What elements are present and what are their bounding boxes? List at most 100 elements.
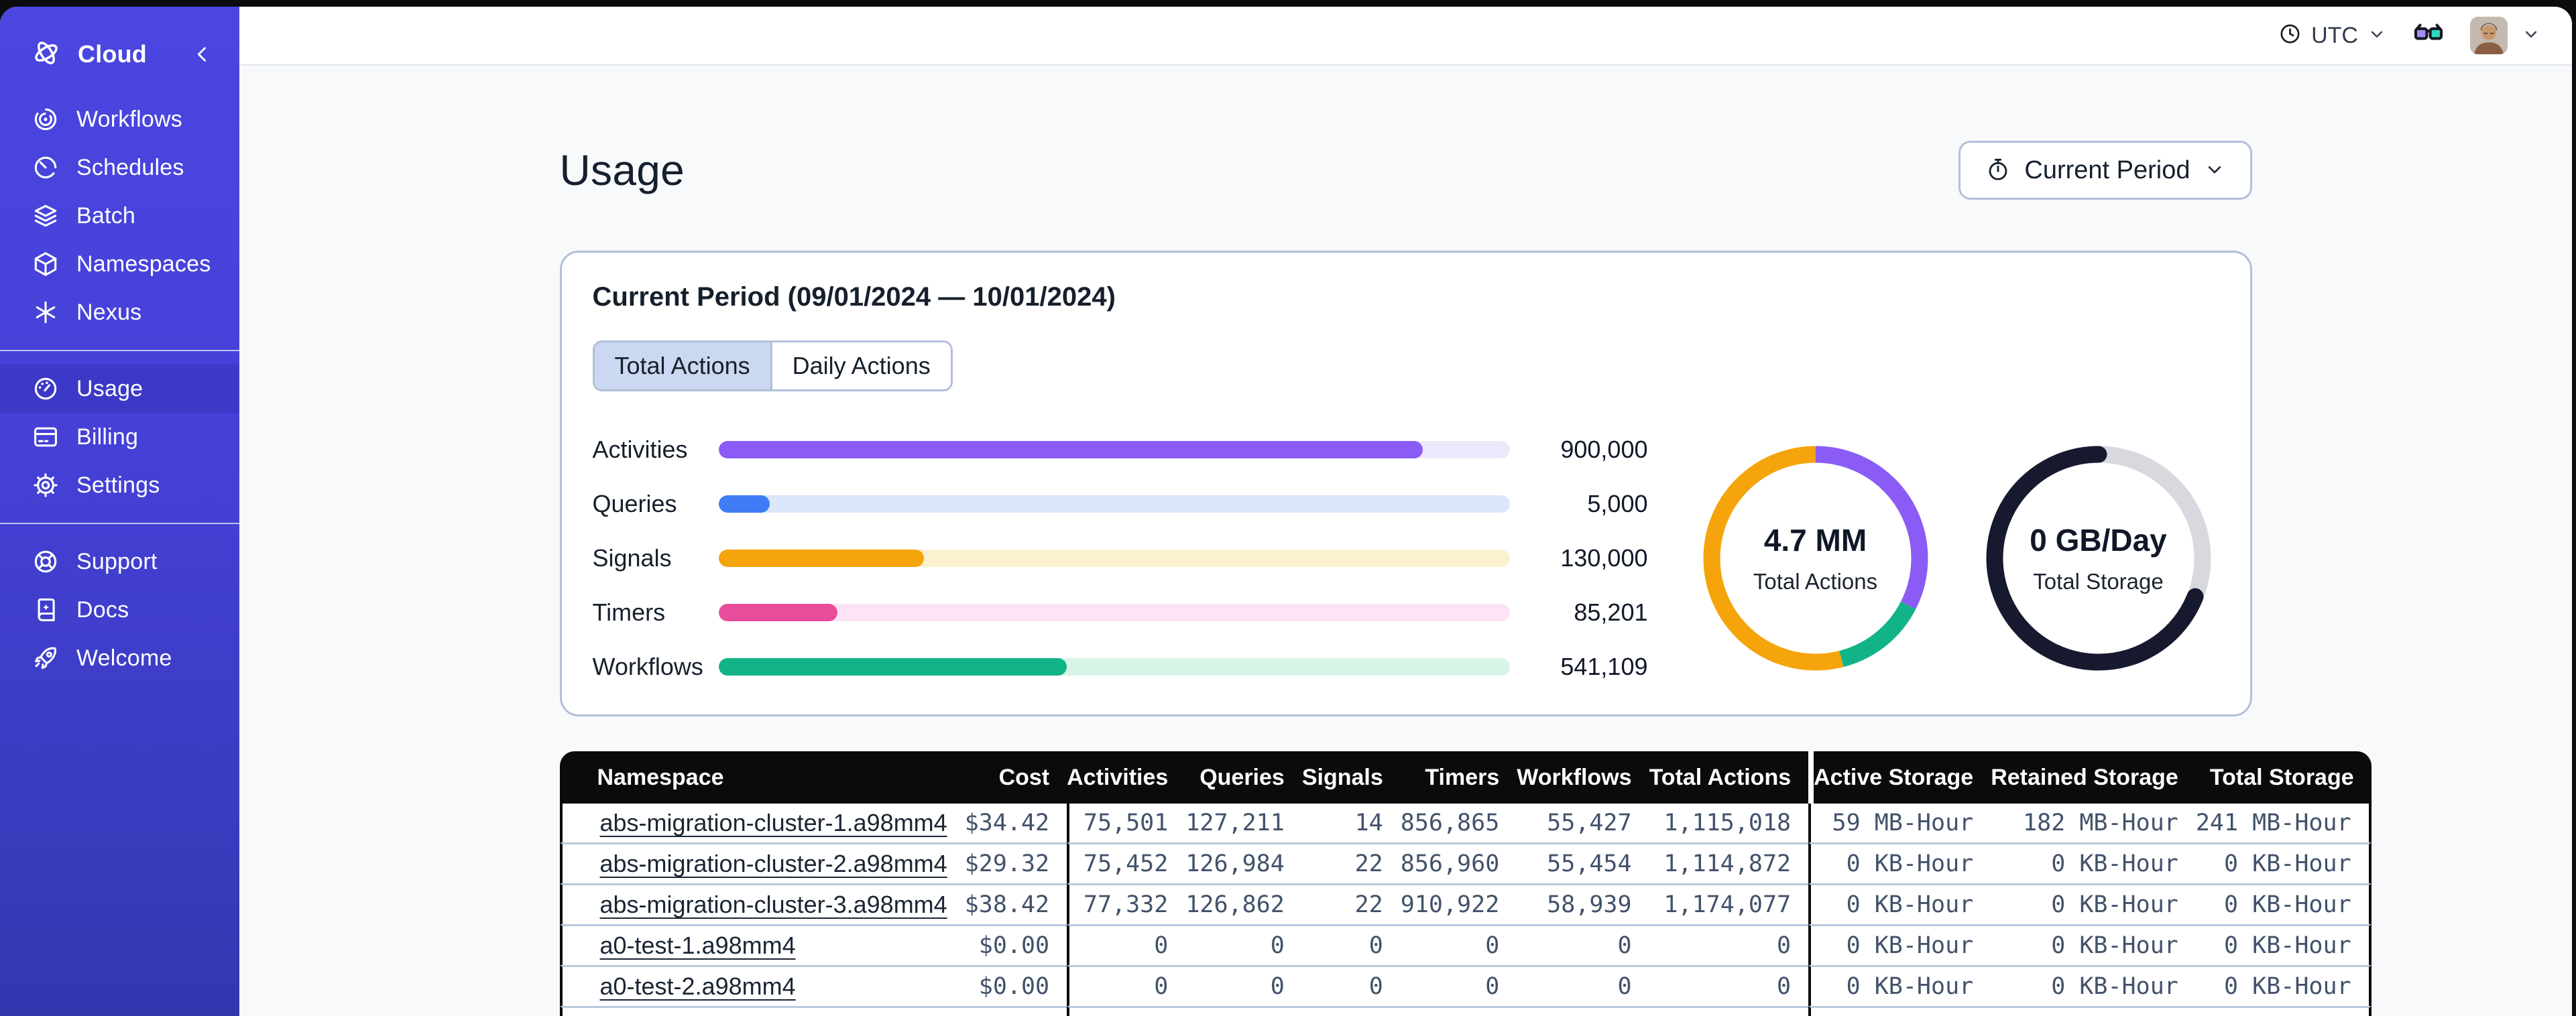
stopwatch-icon (1985, 156, 2011, 185)
workflows-icon (31, 105, 60, 134)
table-cell: 0 (1185, 924, 1302, 965)
period-selector-button[interactable]: Current Period (1958, 141, 2252, 200)
table-cell: 0 KB-Hour (1991, 965, 2196, 1006)
table-cell: 14 (1301, 804, 1401, 842)
namespace-link[interactable]: a0-test-1.a98mm4 (600, 932, 796, 959)
bar-row-signals: Signals 130,000 (593, 544, 1648, 572)
product-name: Cloud (78, 40, 147, 68)
sidebar-item-namespaces[interactable]: Namespaces (0, 240, 239, 288)
sidebar-item-label: Support (76, 548, 158, 574)
bar-row-activities: Activities 900,000 (593, 436, 1648, 464)
sidebar-item-label: Workflows (76, 106, 182, 132)
usage-table: Namespace Cost Activities Queries Signals Tim… (559, 751, 2372, 1016)
col-header-workflows: Workflows (1517, 751, 1649, 804)
page-content: Usage Current Period Current Period (09/… (239, 66, 2572, 1016)
avatar (2470, 17, 2508, 54)
bar-fill (718, 495, 770, 513)
usage-charts: Activities 900,000 Queries 5,000 Signals 130,… (593, 436, 2219, 681)
table-cell: 0 KB-Hour (2195, 842, 2372, 883)
table-cell: 1 (1517, 1006, 1649, 1016)
bar-label: Signals (592, 544, 672, 572)
table-cell: $0.00 (964, 924, 1067, 965)
bar-fill (718, 604, 837, 621)
sidebar-item-label: Namespaces (76, 251, 211, 277)
table-cell: 910,922 (1400, 883, 1517, 924)
col-header-cost: Cost (964, 751, 1067, 804)
namespace-link[interactable]: abs-migration-cluster-3.a98mm4 (600, 891, 947, 918)
table-cell: 59 MB-Hour (1808, 804, 1991, 842)
table-cell: 0 (1185, 1006, 1302, 1016)
chevron-down-icon (2521, 24, 2541, 48)
sidebar-item-label: Settings (76, 472, 160, 498)
table-cell: 241 MB-Hour (2195, 804, 2372, 842)
tab-total-actions[interactable]: Total Actions (594, 342, 770, 389)
sidebar-divider (0, 523, 239, 524)
sidebar-item-schedules[interactable]: Schedules (0, 143, 239, 192)
nexus-icon (31, 298, 60, 327)
timezone-selector[interactable]: UTC (2278, 21, 2387, 50)
sidebar-item-label: Batch (76, 202, 135, 229)
sidebar-item-workflows[interactable]: Workflows (0, 95, 239, 143)
col-header-total-actions: Total Actions (1649, 751, 1809, 804)
docs-icon (31, 595, 60, 625)
namespace-link[interactable]: abs-migration-cluster-2.a98mm4 (600, 850, 947, 877)
bar-track (718, 604, 1510, 621)
table-cell: 1,114,872 (1649, 842, 1809, 883)
namespace-link[interactable]: a0-test-2.a98mm4 (600, 972, 796, 1000)
account-menu-button[interactable] (2470, 17, 2541, 54)
settings-icon (31, 470, 60, 500)
bar-track (718, 658, 1510, 676)
col-header-signals: Signals (1301, 751, 1401, 804)
donut-value: 4.7 MM (1763, 523, 1867, 558)
usage-card: Current Period (09/01/2024 — 10/01/2024)… (559, 251, 2252, 716)
donut-total-actions: 4.7 MM Total Actions (1695, 438, 1936, 679)
usage-icon (31, 374, 60, 403)
table-cell: 182 MB-Hour (1991, 804, 2196, 842)
sidebar-item-label: Docs (76, 596, 129, 623)
topbar: UTC (239, 7, 2572, 66)
sidebar-collapse-button[interactable] (191, 43, 214, 66)
sidebar-nav: Workflows Schedules Batch Namespaces Nexus Us… (0, 95, 239, 682)
bar-fill (718, 658, 1067, 676)
bar-value: 541,109 (1560, 653, 1648, 680)
table-cell: 22 (1301, 883, 1401, 924)
namespace-link[interactable]: abs-migration-cluster-1.a98mm4 (600, 809, 947, 836)
table-cell: 0 KB-Hour (1808, 965, 1991, 1006)
table-cell: 0 (1301, 965, 1401, 1006)
namespace-cell: abs-migration-cluster-2.a98mm4 (559, 842, 965, 883)
table-cell: 1 (1649, 1006, 1809, 1016)
batch-icon (31, 201, 60, 231)
table-cell: 58,939 (1517, 883, 1649, 924)
sidebar-item-docs[interactable]: Docs (0, 586, 239, 634)
sidebar-item-batch[interactable]: Batch (0, 192, 239, 240)
col-header-activities: Activities (1067, 751, 1186, 804)
sidebar-item-label: Welcome (76, 645, 172, 671)
sidebar-item-settings[interactable]: Settings (0, 461, 239, 509)
sidebar-item-welcome[interactable]: Welcome (0, 634, 239, 682)
namespace-cell: abs-migration-cluster-1.a98mm4 (559, 804, 965, 842)
feature-glasses-button[interactable] (2411, 17, 2446, 55)
table-cell: 0 KB-Hour (1808, 924, 1991, 965)
bar-track (718, 495, 1510, 513)
actions-bar-chart: Activities 900,000 Queries 5,000 Signals 130,… (593, 436, 1672, 681)
table-cell: 126,984 (1185, 842, 1302, 883)
period-label: Current Period (2024, 155, 2190, 184)
table-cell: $38.42 (964, 883, 1067, 924)
table-cell: 0 KB-Hour (1808, 842, 1991, 883)
sidebar-item-usage[interactable]: Usage (0, 365, 239, 413)
chevron-down-icon (2367, 24, 2387, 48)
bar-value: 85,201 (1574, 598, 1648, 626)
sidebar: Cloud Workflows Schedules Batch Namespaces N… (0, 7, 239, 1016)
sidebar-item-support[interactable]: Support (0, 537, 239, 586)
namespace-link[interactable]: bk-worker-test.a98mm4 (600, 1013, 854, 1016)
col-header-retained-storage: Retained Storage (1991, 751, 2196, 804)
tab-daily-actions[interactable]: Daily Actions (770, 342, 951, 389)
table-cell: 0 KB-Hour (2195, 924, 2372, 965)
table-row: abs-migration-cluster-3.a98mm4 $38.42 77,3… (559, 883, 2372, 924)
clock-icon (2278, 21, 2302, 50)
sidebar-item-nexus[interactable]: Nexus (0, 288, 239, 336)
sidebar-item-billing[interactable]: Billing (0, 413, 239, 461)
page-title: Usage (559, 146, 685, 194)
table-cell: 0 KB-Hour (1991, 842, 2196, 883)
table-cell: 0 (1649, 965, 1809, 1006)
